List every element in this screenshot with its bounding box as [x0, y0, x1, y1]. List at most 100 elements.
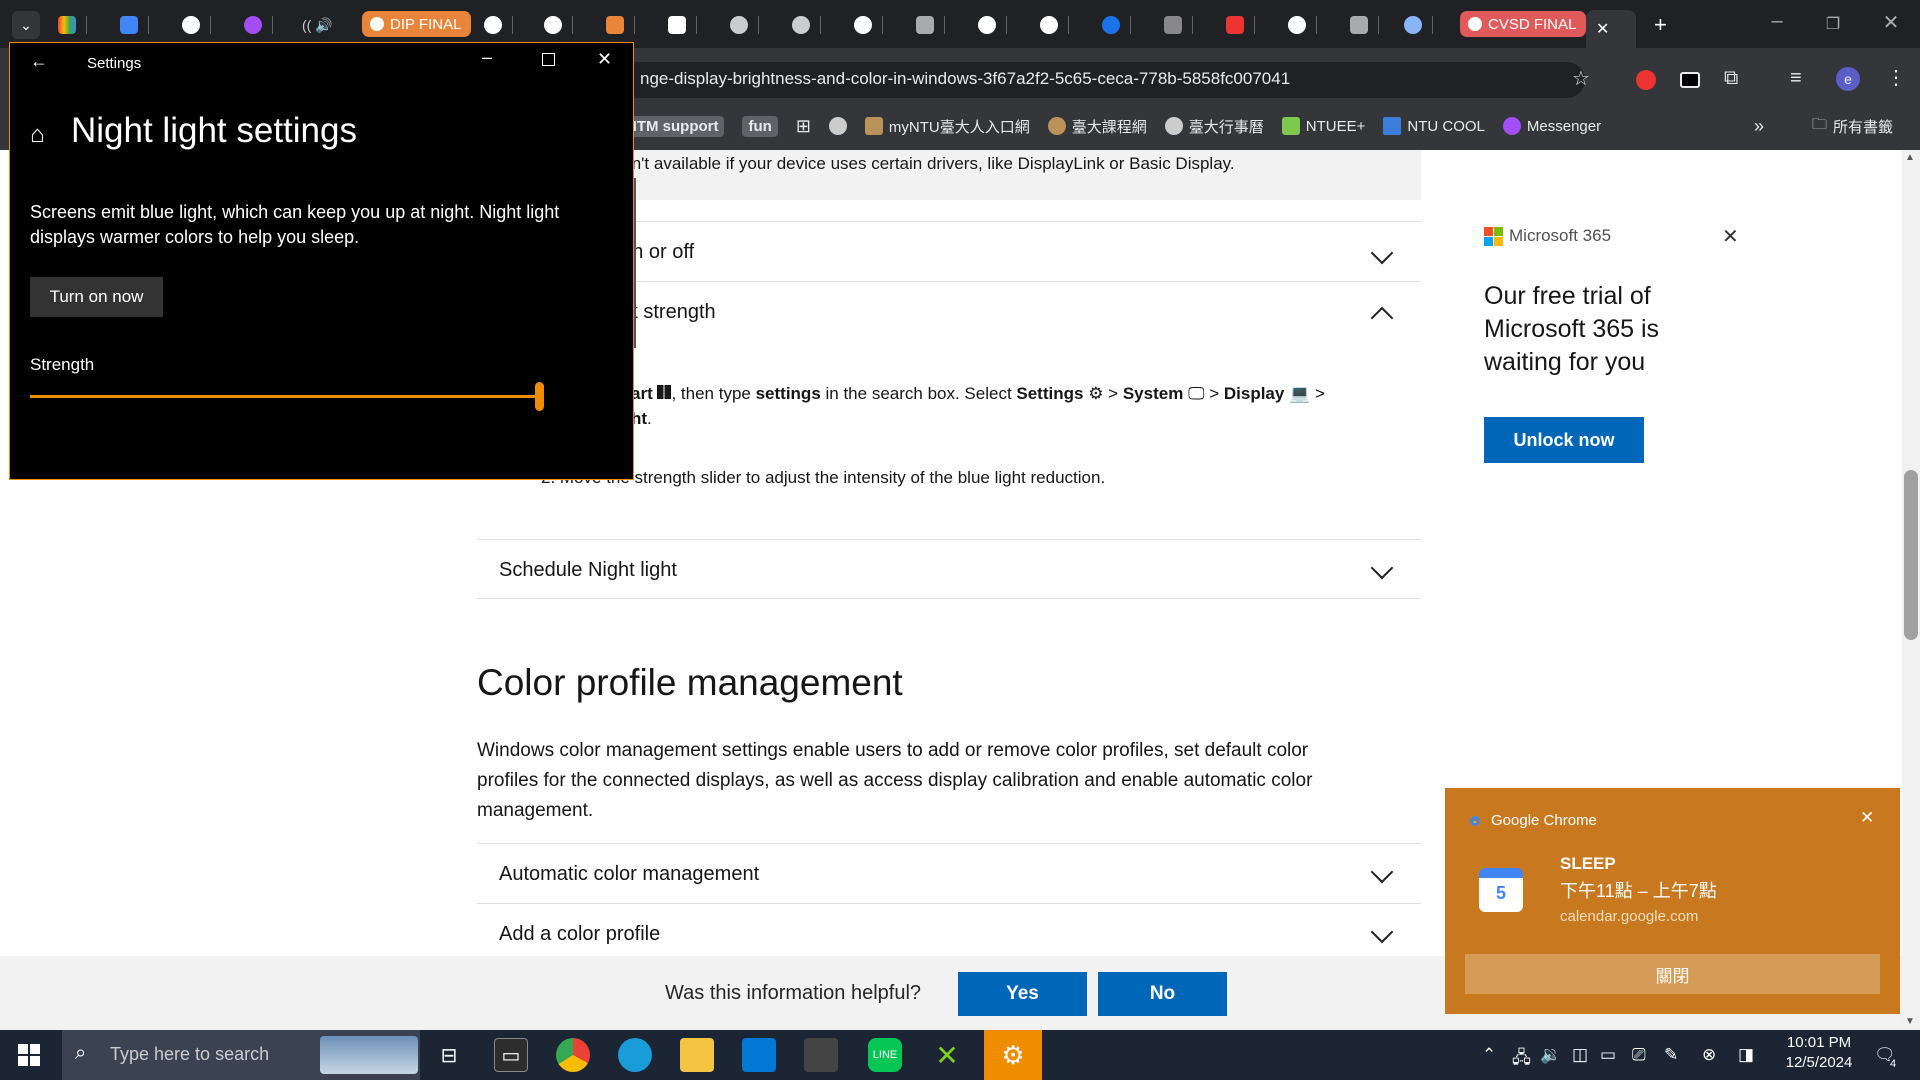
search-icon: ⌕	[75, 1042, 87, 1064]
tab-doc-1[interactable]	[916, 10, 945, 40]
file-explorer-icon[interactable]	[680, 1038, 714, 1072]
gear-icon: ⚙	[1088, 384, 1104, 403]
github-icon	[854, 16, 872, 34]
media-control-icon[interactable]: ≡	[1790, 68, 1802, 88]
settings-gear-icon[interactable]: ⚙	[996, 1038, 1030, 1072]
scroll-up-arrow-icon[interactable]: ▲	[1905, 152, 1915, 163]
tab-messenger[interactable]	[244, 10, 273, 40]
x-app-icon[interactable]: ✕	[930, 1038, 964, 1072]
settings-bold: Settings	[1016, 384, 1084, 403]
volume-icon[interactable]: 🔉	[1540, 1045, 1561, 1065]
scrollbar-thumb[interactable]	[1904, 470, 1918, 640]
unlock-now-button[interactable]: Unlock now	[1484, 417, 1644, 463]
bookmark-ntucool[interactable]: NTU COOL	[1383, 117, 1485, 135]
display-icon[interactable]: ⎚	[1632, 1045, 1646, 1065]
network-icon[interactable]: 🖧	[1512, 1045, 1531, 1074]
tab-p[interactable]	[1102, 10, 1131, 40]
camera-icon[interactable]: ◫	[1572, 1045, 1588, 1065]
bookmark-ntuee[interactable]: NTUEE+	[1281, 117, 1365, 135]
chrome-icon[interactable]	[556, 1038, 590, 1072]
new-tab-button[interactable]: +	[1654, 10, 1667, 40]
tab-github-2[interactable]	[854, 10, 883, 40]
tab-active[interactable]: ✕	[1586, 10, 1636, 48]
blocked-icon[interactable]: ⊗	[1702, 1045, 1716, 1065]
tab-group-dip-final[interactable]: DIP FINAL	[362, 11, 472, 37]
bookmark-messenger[interactable]: Messenger	[1502, 117, 1601, 135]
chevron-up-icon[interactable]: ⌃	[1482, 1045, 1496, 1065]
taskbar-search-placeholder[interactable]: Type here to search	[110, 1044, 269, 1065]
windows-start-button[interactable]	[18, 1044, 40, 1066]
tab-doc-2[interactable]	[1350, 10, 1379, 40]
extension-record-icon[interactable]	[1680, 72, 1700, 88]
edge-icon[interactable]	[618, 1038, 652, 1072]
close-window-button[interactable]: ✕	[1876, 10, 1906, 35]
more-menu-icon[interactable]: ⋮	[1886, 68, 1906, 88]
all-bookmarks-button[interactable]: 🗀 所有書籤	[1812, 114, 1893, 139]
back-arrow-icon[interactable]: ←	[30, 51, 48, 72]
bookmark-apps[interactable]: ⊞	[796, 116, 811, 137]
globe-icon	[1164, 117, 1183, 135]
strength-slider[interactable]	[30, 382, 544, 411]
tab-group-label: DIP FINAL	[390, 15, 462, 33]
notification-dismiss-button[interactable]: 關閉	[1465, 954, 1880, 994]
profile-avatar[interactable]: e	[1836, 67, 1860, 91]
tab-calendar[interactable]	[120, 10, 149, 40]
minimize-button[interactable]: –	[1762, 10, 1792, 33]
bookmark-calendar[interactable]: 臺大行事曆	[1164, 116, 1264, 137]
tab-wave[interactable]	[1164, 10, 1193, 40]
maximize-button[interactable]	[542, 53, 555, 66]
ad-close-icon[interactable]: ✕	[1722, 224, 1739, 249]
minimize-button[interactable]: –	[482, 47, 492, 68]
tab-image[interactable]	[1226, 10, 1255, 40]
feedback-no-button[interactable]: No	[1098, 972, 1227, 1016]
tab-github-3[interactable]	[978, 10, 1007, 40]
tab-eye[interactable]	[1404, 10, 1433, 40]
chevron-double-right-icon[interactable]: »	[1754, 116, 1764, 136]
bookmark-course[interactable]: 臺大課程網	[1047, 116, 1147, 137]
tab-hashtag[interactable]	[668, 10, 697, 40]
speaker-icon: (( 🔊	[302, 16, 333, 33]
vscode-icon[interactable]	[742, 1038, 776, 1072]
turn-on-now-button[interactable]: Turn on now	[30, 277, 163, 317]
tab-globe-2[interactable]	[792, 10, 821, 40]
tab-lambda[interactable]	[1288, 10, 1317, 40]
chrome-notification: Google Chrome ✕ 5 SLEEP 下午11點 – 上午7點 cal…	[1445, 788, 1900, 1014]
separator: >	[1108, 384, 1119, 403]
strength-slider-thumb[interactable]	[535, 382, 544, 411]
tab-fire[interactable]	[606, 10, 635, 40]
terminal-icon[interactable]: ▭	[494, 1038, 528, 1072]
scroll-down-arrow-icon[interactable]: ▼	[1905, 1016, 1915, 1027]
settings-scrollbar[interactable]	[634, 178, 636, 348]
puzzle-icon[interactable]: ⧉	[1724, 68, 1738, 88]
taskbar-clock[interactable]: 10:01 PM 12/5/2024	[1774, 1034, 1864, 1071]
bookmark-myntu[interactable]: myNTU臺大人入口網	[864, 116, 1030, 137]
tab-github-4[interactable]	[1040, 10, 1069, 40]
pen-icon[interactable]: ✎	[1664, 1045, 1678, 1065]
notification-close-icon[interactable]: ✕	[1860, 808, 1874, 828]
close-window-button[interactable]: ✕	[597, 49, 612, 70]
bar-chart-icon	[1383, 117, 1402, 135]
task-view-icon[interactable]: ⊟	[432, 1038, 466, 1072]
close-icon[interactable]: ✕	[1596, 19, 1609, 39]
tab-globe-1[interactable]	[730, 10, 759, 40]
bookmark-fun[interactable]: fun	[742, 115, 778, 137]
snipping-tool-icon[interactable]	[804, 1038, 838, 1072]
tab-search-button[interactable]: ⌄	[12, 10, 40, 40]
tab-audio[interactable]: (( 🔊	[302, 10, 333, 40]
bookmark-globe[interactable]	[828, 117, 847, 135]
url-text[interactable]: nge-display-brightness-and-color-in-wind…	[640, 69, 1290, 89]
bookmark-htm-support[interactable]: HTM support	[620, 115, 725, 137]
line-app-icon[interactable]: LINE	[868, 1038, 902, 1072]
tab-github-1[interactable]	[544, 10, 573, 40]
star-icon[interactable]: ☆	[1572, 69, 1590, 89]
battery-icon[interactable]: ▭	[1600, 1045, 1616, 1065]
tab-gmail[interactable]	[58, 10, 87, 40]
feedback-yes-button[interactable]: Yes	[958, 972, 1087, 1016]
tab-group-cvsd-final[interactable]: CVSD FINAL	[1460, 11, 1587, 37]
tab-chatgpt-2[interactable]	[484, 10, 513, 40]
restore-button[interactable]: ❐	[1818, 14, 1848, 34]
section-body-line: profiles for the connected displays, as …	[477, 770, 1313, 791]
ime-icon[interactable]: ◨	[1738, 1045, 1754, 1065]
extension-chat-icon[interactable]	[1636, 70, 1656, 90]
tab-chatgpt[interactable]	[182, 10, 211, 40]
